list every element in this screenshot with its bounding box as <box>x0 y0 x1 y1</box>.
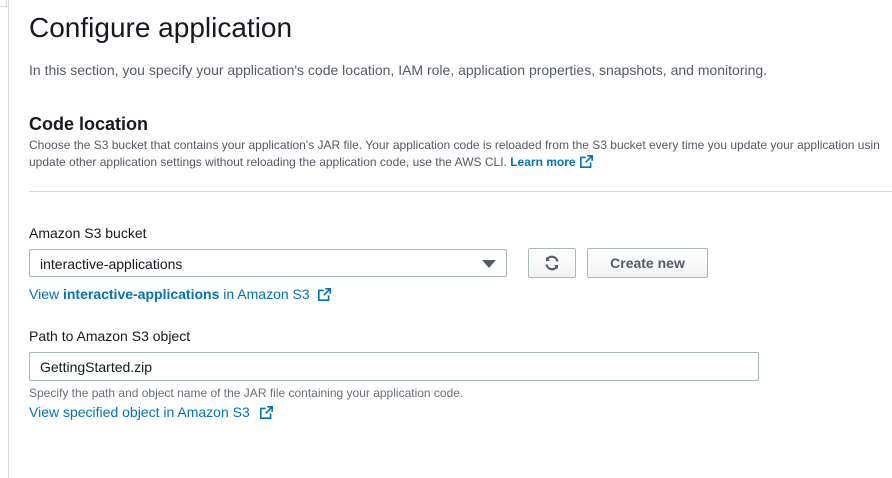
page-description: In this section, you specify your applic… <box>29 62 768 78</box>
page: Configure application In this section, y… <box>0 0 892 478</box>
view-bucket-link-prefix: View <box>29 286 63 302</box>
section-divider <box>29 191 892 192</box>
learn-more-label: Learn more <box>510 155 576 169</box>
left-rail <box>8 0 9 478</box>
left-rail-corner <box>0 0 7 7</box>
s3-bucket-label: Amazon S3 bucket <box>29 225 147 241</box>
section-description-line-2-text: update other application settings withou… <box>29 155 507 169</box>
caret-down-icon <box>482 260 496 268</box>
section-description: Choose the S3 bucket that contains your … <box>29 137 891 173</box>
external-link-icon <box>317 288 331 304</box>
external-link-icon <box>579 155 593 173</box>
section-title-code-location: Code location <box>29 114 149 134</box>
create-new-button[interactable]: Create new <box>587 248 708 278</box>
section-description-line-1: Choose the S3 bucket that contains your … <box>29 138 880 152</box>
page-title: Configure application <box>29 12 293 43</box>
view-bucket-link-bucket: interactive-applications <box>62 286 220 302</box>
s3-bucket-select[interactable]: interactive-applications <box>29 249 507 277</box>
view-object-link[interactable]: View specified object in Amazon S3 <box>29 404 273 422</box>
s3-object-path-label: Path to Amazon S3 object <box>29 328 191 344</box>
s3-bucket-selected-value: interactive-applications <box>40 256 183 272</box>
learn-more-link[interactable]: Learn more <box>510 155 593 169</box>
view-object-link-label: View specified object in Amazon S3 <box>29 404 250 420</box>
refresh-button[interactable] <box>528 248 576 278</box>
view-bucket-link[interactable]: View interactive-applications in Amazon … <box>29 286 331 304</box>
s3-object-path-hint: Specify the path and object name of the … <box>29 386 464 400</box>
external-link-icon <box>259 406 273 422</box>
s3-object-path-input[interactable] <box>29 352 759 381</box>
view-bucket-link-suffix: in Amazon S3 <box>219 286 310 302</box>
refresh-icon <box>545 255 559 271</box>
section-description-line-2: update other application settings withou… <box>29 154 891 173</box>
